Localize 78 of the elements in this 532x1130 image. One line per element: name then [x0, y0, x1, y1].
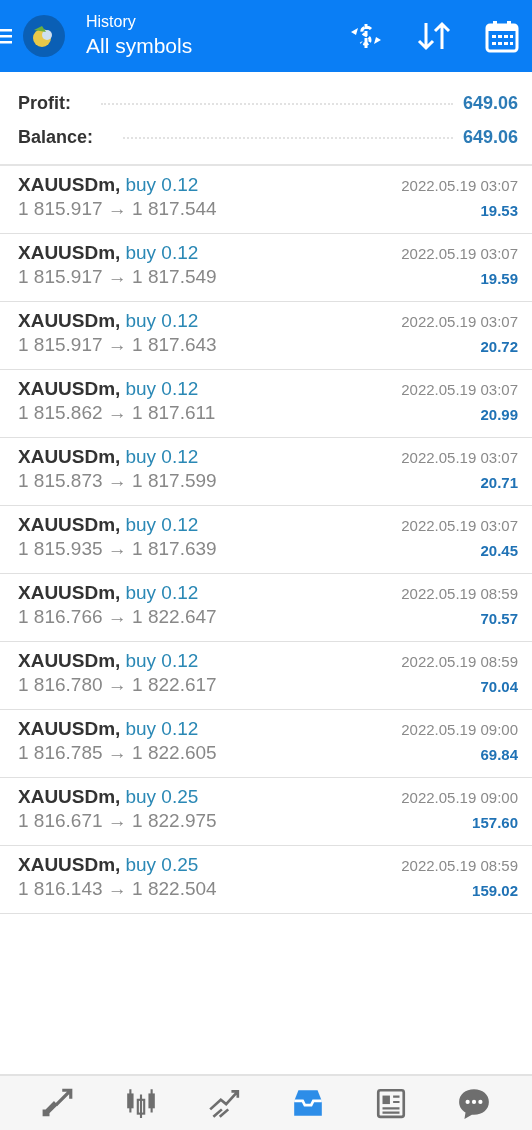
deal-symbol: XAUUSDm, — [18, 718, 121, 740]
deal-row[interactable]: XAUUSDm, buy 0.12 1 815.917 → 1 817.643 2022.05.19 03:07 20.72 — [0, 302, 532, 370]
deal-row[interactable]: XAUUSDm, buy 0.12 1 815.917 → 1 817.549 2022.05.19 03:07 19.59 — [0, 234, 532, 302]
deal-symbol: XAUUSDm, — [18, 242, 121, 264]
deal-symbol: XAUUSDm, — [18, 786, 121, 808]
deal-symbol: XAUUSDm, — [18, 446, 121, 468]
deal-profit: 20.45 — [480, 542, 518, 559]
deal-order: buy 0.12 — [125, 718, 199, 740]
deal-symbol: XAUUSDm, — [18, 378, 121, 400]
summary-label: Profit: — [18, 92, 71, 114]
summary-label: Balance: — [18, 126, 94, 148]
deal-time: 2022.05.19 08:59 — [401, 653, 518, 670]
deal-time: 2022.05.19 09:00 — [401, 789, 518, 806]
deal-profit: 159.02 — [472, 882, 518, 899]
deal-prices: 1 816.143 → 1 822.504 — [18, 878, 217, 900]
symbol-filter-title[interactable]: All symbols — [86, 32, 193, 60]
deal-row[interactable]: XAUUSDm, buy 0.12 1 815.862 → 1 817.611 2022.05.19 03:07 20.99 — [0, 370, 532, 438]
deal-time: 2022.05.19 03:07 — [401, 449, 518, 466]
deal-prices: 1 815.917 → 1 817.549 — [18, 266, 217, 288]
deal-order: buy 0.12 — [125, 650, 199, 672]
deal-symbol: XAUUSDm, — [18, 514, 121, 536]
deal-prices: 1 816.766 → 1 822.647 — [18, 606, 217, 628]
deal-profit: 19.59 — [480, 270, 518, 287]
deal-order: buy 0.12 — [125, 310, 199, 332]
deal-profit: 20.99 — [480, 406, 518, 423]
deal-row[interactable]: XAUUSDm, buy 0.12 1 816.780 → 1 822.617 2022.05.19 08:59 70.04 — [0, 642, 532, 710]
deal-prices: 1 816.671 → 1 822.975 — [18, 810, 217, 832]
deal-row[interactable]: XAUUSDm, buy 0.12 1 816.785 → 1 822.605 2022.05.19 09:00 69.84 — [0, 710, 532, 778]
deal-row[interactable]: XAUUSDm, buy 0.12 1 816.766 → 1 822.647 2022.05.19 08:59 70.57 — [0, 574, 532, 642]
deal-row[interactable]: XAUUSDm, buy 0.25 1 816.671 → 1 822.975 2022.05.19 09:00 157.60 — [0, 778, 532, 846]
deal-order: buy 0.25 — [125, 786, 199, 808]
calendar-icon[interactable] — [484, 19, 520, 53]
deal-profit: 19.53 — [480, 202, 518, 219]
deal-symbol: XAUUSDm, — [18, 582, 121, 604]
deal-order: buy 0.12 — [125, 514, 199, 536]
summary-value: 649.06 — [462, 92, 518, 114]
screen-title: History — [86, 12, 137, 32]
deal-prices: 1 816.780 → 1 822.617 — [18, 674, 217, 696]
deal-prices: 1 815.873 → 1 817.599 — [18, 470, 217, 492]
deal-order: buy 0.12 — [125, 378, 199, 400]
menu-icon[interactable] — [0, 27, 12, 45]
deal-order: buy 0.12 — [125, 242, 199, 264]
deal-time: 2022.05.19 03:07 — [401, 177, 518, 194]
deal-row[interactable]: XAUUSDm, buy 0.12 1 815.917 → 1 817.544 2022.05.19 03:07 19.53 — [0, 166, 532, 234]
deal-time: 2022.05.19 09:00 — [401, 721, 518, 738]
deal-row[interactable]: XAUUSDm, buy 0.12 1 815.873 → 1 817.599 2022.05.19 03:07 20.71 — [0, 438, 532, 506]
app-logo-icon — [22, 14, 66, 58]
deal-profit: 70.04 — [480, 678, 518, 695]
deal-prices: 1 815.935 → 1 817.639 — [18, 538, 217, 560]
deal-symbol: XAUUSDm, — [18, 650, 121, 672]
deal-time: 2022.05.19 08:59 — [401, 585, 518, 602]
deal-profit: 69.84 — [480, 746, 518, 763]
deal-profit: 20.72 — [480, 338, 518, 355]
deal-time: 2022.05.19 08:59 — [401, 857, 518, 874]
deal-order: buy 0.12 — [125, 582, 199, 604]
deal-order: buy 0.25 — [125, 854, 199, 876]
deal-prices: 1 816.785 → 1 822.605 — [18, 742, 217, 764]
deal-profit: 20.71 — [480, 474, 518, 491]
deal-symbol: XAUUSDm, — [18, 310, 121, 332]
deal-order: buy 0.12 — [125, 446, 199, 468]
deal-prices: 1 815.862 → 1 817.611 — [18, 402, 216, 424]
deal-symbol: XAUUSDm, — [18, 174, 121, 196]
deal-order: buy 0.12 — [125, 174, 199, 196]
deal-profit: 70.57 — [480, 610, 518, 627]
deal-time: 2022.05.19 03:07 — [401, 517, 518, 534]
deal-time: 2022.05.19 03:07 — [401, 245, 518, 262]
deal-prices: 1 815.917 → 1 817.643 — [18, 334, 217, 356]
deal-time: 2022.05.19 03:07 — [401, 313, 518, 330]
candlestick-icon[interactable] — [124, 1086, 158, 1120]
deal-profit: 157.60 — [472, 814, 518, 831]
deal-time: 2022.05.19 03:07 — [401, 381, 518, 398]
sort-icon[interactable] — [416, 19, 452, 53]
deal-prices: 1 815.917 → 1 817.544 — [18, 198, 217, 220]
deal-row[interactable]: XAUUSDm, buy 0.25 1 816.143 → 1 822.504 2022.05.19 08:59 159.02 — [0, 846, 532, 914]
deal-row[interactable]: XAUUSDm, buy 0.12 1 815.935 → 1 817.639 2022.05.19 03:07 20.45 — [0, 506, 532, 574]
deal-symbol: XAUUSDm, — [18, 854, 121, 876]
summary-value: 649.06 — [462, 126, 518, 148]
chat-bubble-icon[interactable] — [457, 1086, 492, 1120]
